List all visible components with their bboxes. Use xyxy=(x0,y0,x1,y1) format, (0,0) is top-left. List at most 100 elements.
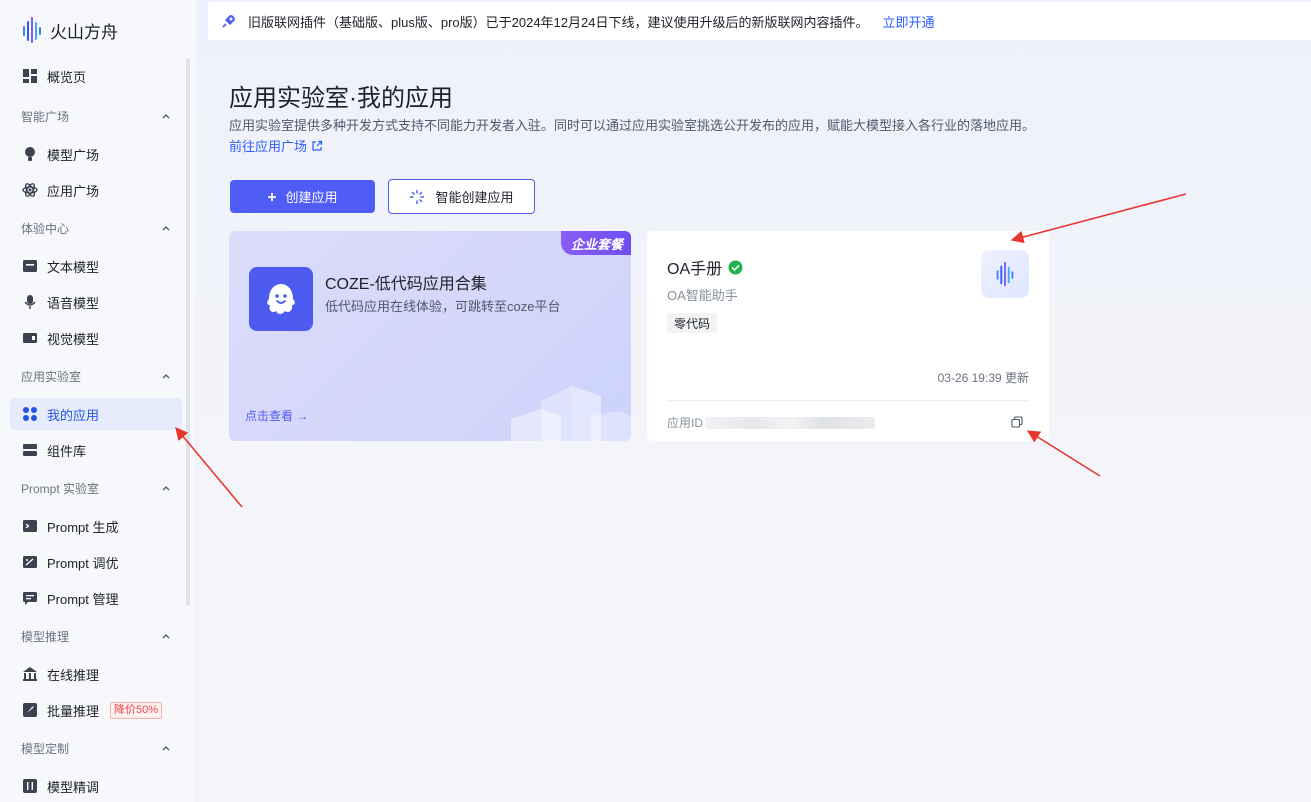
tune-icon xyxy=(22,554,38,570)
bank-icon xyxy=(22,666,38,682)
external-link-icon xyxy=(312,140,323,151)
goto-link-label: 前往应用广场 xyxy=(229,139,308,154)
sidebar-item-label: 在线推理 xyxy=(47,667,100,683)
volcano-ark-logo-icon xyxy=(23,17,41,43)
oa-app-card[interactable]: OA手册 OA智能助手 零代码 03-26 19:39 更新 应用ID xyxy=(647,231,1049,441)
main-content: 旧版联网插件（基础版、plus版、pro版）已于2024年12月24日下线，建议… xyxy=(198,0,1311,802)
dashboard-icon xyxy=(22,68,38,84)
sidebar-item-model-finetune[interactable]: 模型精调 xyxy=(10,770,182,802)
sidebar-item-batch-inference[interactable]: 批量推理 降价50% xyxy=(10,694,182,726)
chevron-up-icon xyxy=(162,226,170,231)
sidebar-item-label: 语音模型 xyxy=(47,295,100,311)
app-id-label: 应用ID xyxy=(667,416,704,430)
brand[interactable]: 火山方舟 xyxy=(22,14,118,46)
rocket-icon xyxy=(222,15,235,28)
coze-app-card[interactable]: 企业套餐 COZE-低代码应用合集 低代码应用在线体验，可跳转至coze平台 点… xyxy=(229,231,631,441)
sidebar-item-label: 模型广场 xyxy=(47,147,100,163)
plus-icon xyxy=(268,192,277,201)
nav-group-model-customization[interactable]: 模型定制 xyxy=(21,738,171,758)
copy-icon[interactable] xyxy=(1011,416,1023,428)
sidebar-item-model-plaza[interactable]: 模型广场 xyxy=(10,138,182,170)
coze-ghost-icon xyxy=(249,267,313,331)
sidebar-item-label: Prompt 管理 xyxy=(47,591,119,607)
smart-create-app-button[interactable]: 智能创建应用 xyxy=(388,179,535,214)
discount-badge: 降价50% xyxy=(110,701,163,719)
terminal-icon xyxy=(22,518,38,534)
sidebar-item-label: Prompt 生成 xyxy=(47,519,119,535)
sidebar-item-voice-model[interactable]: 语音模型 xyxy=(10,286,182,318)
sidebar-scrollbar[interactable] xyxy=(186,58,190,606)
app-name-text: OA手册 xyxy=(667,261,723,278)
nav-group-smart-plaza[interactable]: 智能广场 xyxy=(21,106,171,126)
nav-group-prompt-lab[interactable]: Prompt 实验室 xyxy=(21,478,171,498)
chevron-up-icon xyxy=(162,746,170,751)
sidebar-item-label: 组件库 xyxy=(47,443,87,459)
finetune-icon xyxy=(22,778,38,794)
notice-text: 旧版联网插件（基础版、plus版、pro版）已于2024年12月24日下线，建议… xyxy=(248,14,869,30)
app-subtitle: OA智能助手 xyxy=(667,288,738,303)
nav-group-title: 模型定制 xyxy=(21,741,70,756)
sparkle-icon xyxy=(410,189,425,204)
bulb-icon xyxy=(22,146,38,162)
nav-group-title: 体验中心 xyxy=(21,221,70,236)
brand-name: 火山方舟 xyxy=(50,22,118,42)
page-description: 应用实验室提供多种开发方式支持不同能力开发者入驻。同时可以通过应用实验室挑选公开… xyxy=(229,118,1036,133)
sidebar: 火山方舟 概览页 智能广场 模型广场 应用广场 体验中心 文本模型 语音模型 视… xyxy=(0,0,197,802)
sidebar-item-label: 视觉模型 xyxy=(47,331,100,347)
app-id: 应用ID xyxy=(667,414,876,431)
smart-create-label: 智能创建应用 xyxy=(435,190,514,205)
sidebar-item-label: 批量推理 xyxy=(47,703,100,719)
coze-card-description: 低代码应用在线体验，可跳转至coze平台 xyxy=(325,299,561,314)
coze-view-link[interactable]: 点击查看 → xyxy=(245,407,308,424)
goto-app-plaza-link[interactable]: 前往应用广场 xyxy=(229,136,323,155)
app-id-value-redacted xyxy=(705,416,876,429)
sidebar-item-prompt-manage[interactable]: Prompt 管理 xyxy=(10,582,182,614)
nav-group-experience-center[interactable]: 体验中心 xyxy=(21,218,171,238)
notice-banner: 旧版联网插件（基础版、plus版、pro版）已于2024年12月24日下线，建议… xyxy=(208,2,1311,40)
message-icon xyxy=(22,590,38,606)
sidebar-item-my-apps[interactable]: 我的应用 xyxy=(10,398,182,430)
app-name: OA手册 xyxy=(667,255,743,279)
sidebar-item-component-library[interactable]: 组件库 xyxy=(10,434,182,466)
sidebar-item-prompt-tune[interactable]: Prompt 调优 xyxy=(10,546,182,578)
chevron-up-icon xyxy=(162,114,170,119)
microphone-icon xyxy=(22,294,38,310)
sidebar-item-prompt-generate[interactable]: Prompt 生成 xyxy=(10,510,182,542)
sidebar-item-online-inference[interactable]: 在线推理 xyxy=(10,658,182,690)
sidebar-item-vision-model[interactable]: 视觉模型 xyxy=(10,322,182,354)
page-title: 应用实验室·我的应用 xyxy=(229,85,453,112)
app-type-tag: 零代码 xyxy=(667,313,718,333)
notice-link[interactable]: 立即开通 xyxy=(882,12,934,31)
atom-icon xyxy=(22,182,38,198)
create-app-label: 创建应用 xyxy=(285,190,338,205)
text-model-icon xyxy=(22,258,38,274)
divider xyxy=(667,400,1029,401)
chevron-up-icon xyxy=(162,486,170,491)
nav-group-app-lab[interactable]: 应用实验室 xyxy=(21,366,171,386)
nav-group-title: 应用实验室 xyxy=(21,369,82,384)
sidebar-item-overview[interactable]: 概览页 xyxy=(10,60,182,92)
rocket-icon xyxy=(22,702,38,718)
enterprise-package-tag: 企业套餐 xyxy=(560,231,631,255)
nav-group-title: Prompt 实验室 xyxy=(21,481,100,496)
sidebar-item-label: 模型精调 xyxy=(47,779,100,795)
nav-group-model-inference[interactable]: 模型推理 xyxy=(21,626,171,646)
decorative-blocks xyxy=(511,386,631,441)
chevron-up-icon xyxy=(162,374,170,379)
sidebar-item-app-plaza[interactable]: 应用广场 xyxy=(10,174,182,206)
sidebar-item-text-model[interactable]: 文本模型 xyxy=(10,250,182,282)
coze-card-title: COZE-低代码应用合集 xyxy=(325,276,487,293)
chevron-up-icon xyxy=(162,634,170,639)
sidebar-item-label: 文本模型 xyxy=(47,259,100,275)
sidebar-item-label: 应用广场 xyxy=(47,183,100,199)
component-library-icon xyxy=(22,442,38,458)
sidebar-item-label: 概览页 xyxy=(47,69,87,85)
verified-check-icon xyxy=(728,260,743,274)
app-updated-time: 03-26 19:39 更新 xyxy=(937,371,1029,385)
sidebar-item-label: 我的应用 xyxy=(47,407,100,423)
create-app-button[interactable]: 创建应用 xyxy=(230,180,375,213)
apps-grid-icon xyxy=(22,406,38,422)
sidebar-item-label: Prompt 调优 xyxy=(47,555,119,571)
app-logo-icon xyxy=(981,250,1029,298)
nav-group-title: 模型推理 xyxy=(21,629,70,644)
